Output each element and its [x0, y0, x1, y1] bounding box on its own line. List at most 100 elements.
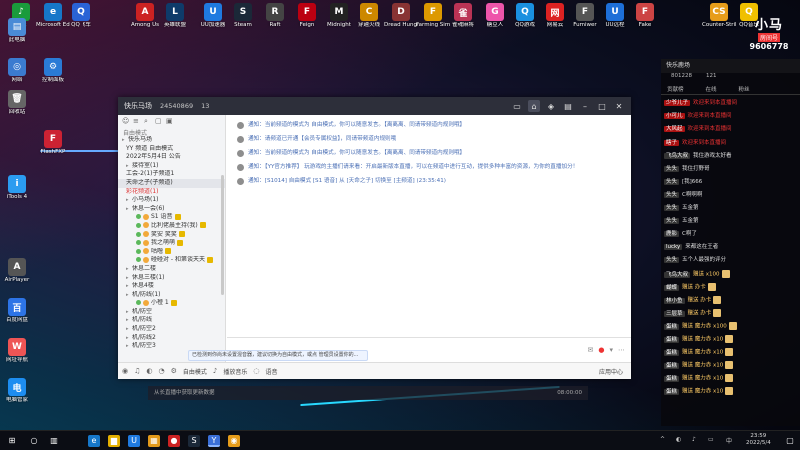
tray-battery-icon[interactable]: ▭ — [708, 436, 714, 443]
viewer-name[interactable]: 大风起 — [664, 126, 685, 132]
game-taskbar-icon[interactable]: ● — [168, 435, 180, 447]
channel-item[interactable]: ▸ 机/防空2 — [118, 325, 225, 334]
viewer-name[interactable]: 头头 — [664, 257, 680, 263]
viewer-name[interactable]: 少爷儿子 — [664, 100, 691, 106]
close-icon[interactable]: ✕ — [613, 100, 625, 112]
tray-network-icon[interactable]: ◐ — [676, 436, 681, 443]
taskbar-clock[interactable]: 23:59 2022/5/4 — [746, 433, 771, 447]
channel-item[interactable]: 彩花频道(1) — [118, 188, 225, 197]
mic-small-icon[interactable]: ◔ — [159, 367, 165, 375]
app-center-button[interactable]: 应用中心 — [599, 367, 623, 376]
uu-taskbar-icon[interactable]: U — [128, 435, 140, 447]
minimize-icon[interactable]: – — [579, 100, 591, 112]
ime-indicator[interactable]: 中 — [726, 436, 732, 445]
desktop-icon[interactable]: A AirPlayer — [0, 258, 34, 284]
notification-icon[interactable]: ▢ — [784, 435, 796, 447]
tray-volume-icon[interactable]: ♪ — [692, 436, 696, 443]
desktop-icon[interactable]: A Among Us — [128, 3, 162, 29]
tab-contribution[interactable]: 贡献榜 — [667, 85, 684, 93]
desktop-icon[interactable]: C 穿越火线 — [352, 3, 386, 29]
desktop-icon[interactable]: G 糖豆人 — [478, 3, 512, 29]
viewer-name[interactable]: 蛋糕 — [664, 336, 680, 343]
channel-item[interactable]: ▸ 机/防线 — [118, 316, 225, 325]
yy-taskbar-icon[interactable]: Y — [208, 435, 220, 447]
viewer-name[interactable]: 蛋糕 — [664, 388, 680, 395]
avatar[interactable]: ◉ — [122, 367, 128, 375]
dropdown-icon[interactable]: ▾ — [609, 346, 613, 354]
desktop-icon[interactable]: 🗑 回收站 — [0, 90, 34, 116]
desktop-icon[interactable]: U UU加速器 — [196, 3, 230, 29]
viewer-name[interactable]: 头头 — [664, 192, 680, 198]
play-music-button[interactable]: 播放音乐 — [223, 367, 247, 376]
desktop-icon[interactable]: 百百度网盘 — [0, 298, 34, 324]
desktop-icon[interactable]: i iTools 4 — [0, 175, 34, 201]
channel-item[interactable]: 咕噜 — [118, 248, 225, 257]
channel-item[interactable]: 笑安 笑笑 — [118, 231, 225, 240]
desktop-icon[interactable]: F FlashFXP — [36, 130, 70, 156]
chat-icon[interactable]: ▤ — [562, 100, 574, 112]
desktop-icon[interactable]: 网网易云 — [538, 3, 572, 29]
desktop-icon[interactable]: L 英雄联盟 — [158, 3, 192, 29]
desktop-icon[interactable]: U UU远程 — [598, 3, 632, 29]
channel-item[interactable]: 碰碰对 - 和第谈天天 — [118, 256, 225, 265]
list-icon[interactable]: ≡ — [133, 117, 141, 125]
viewer-name[interactable]: 飞鸟大叔 — [664, 153, 691, 159]
channel-item[interactable]: ▸ 休息一会(6) — [118, 205, 225, 214]
viewer-name[interactable]: 小可儿 — [664, 113, 685, 119]
maximize-icon[interactable]: □ — [596, 100, 608, 112]
desktop-icon[interactable]: R Raft — [258, 3, 292, 29]
channel-item[interactable]: ▸ 休息4楼 — [118, 282, 225, 291]
viewer-name[interactable]: 蛋糕 — [664, 362, 680, 369]
channel-item[interactable]: ▸ 接待室(1) — [118, 162, 225, 171]
channel-item[interactable]: YY 频道 自由模式 — [118, 145, 225, 154]
desktop-icon[interactable]: F Feign — [290, 3, 324, 29]
channel-item[interactable]: 小橙 1 — [118, 299, 225, 308]
settings-icon[interactable]: ▣ — [166, 117, 174, 125]
viewer-name[interactable]: 林小鱼 — [664, 297, 685, 304]
channel-item[interactable]: ▸ 休息二楼 — [118, 265, 225, 274]
desktop-icon[interactable]: Q QQ飞车 — [64, 3, 98, 29]
video-icon[interactable]: ▭ — [511, 100, 523, 112]
settings-small-icon[interactable]: ⚙ — [171, 367, 177, 375]
tray-up-icon[interactable]: ^ — [660, 436, 665, 443]
desktop-icon[interactable]: Q QQ游戏 — [508, 3, 542, 29]
channel-item[interactable]: 天命之子(子频道) — [118, 178, 225, 188]
viewer-name[interactable]: 头头 — [664, 166, 680, 172]
mic-icon[interactable]: ● — [598, 346, 604, 354]
file-icon[interactable]: ▢ — [155, 117, 163, 125]
desktop-icon[interactable]: CSCounter-Strike — [702, 3, 736, 29]
desktop-icon[interactable]: F Fumiwer — [568, 3, 602, 29]
desktop-icon[interactable]: M Midnight — [322, 3, 356, 29]
viewer-name[interactable]: 三层草 — [664, 310, 685, 317]
channel-item[interactable]: ▸ 机/防线2 — [118, 334, 225, 343]
viewer-name[interactable]: 飞鸟大叔 — [664, 271, 691, 278]
channel-item[interactable]: 2022年5月4日 公告 — [118, 153, 225, 162]
search-icon[interactable]: ⌕ — [144, 117, 152, 125]
edge-taskbar-icon[interactable]: e — [88, 435, 100, 447]
viewer-name[interactable]: 蛋糕 — [664, 323, 680, 330]
volume-icon[interactable]: ◐ — [146, 367, 152, 375]
desktop-icon[interactable]: ⚙ 控制面板 — [36, 58, 70, 84]
user-icon[interactable]: ☺ — [122, 117, 130, 125]
channel-item[interactable]: ▸ 机/防空 — [118, 308, 225, 317]
start-icon[interactable]: ⊞ — [6, 435, 18, 447]
mail-icon[interactable]: ✉ — [588, 346, 594, 354]
free-mode-button[interactable]: 自由模式 — [183, 367, 207, 376]
desktop-icon[interactable]: ◎ 网络 — [0, 58, 34, 84]
desktop-icon[interactable]: DDread Hunger — [384, 3, 418, 29]
viewer-name[interactable]: 头头 — [664, 179, 680, 185]
desktop-icon[interactable]: ▤ 此电脑 — [0, 18, 34, 44]
viewer-name[interactable]: 蛋糕 — [664, 349, 680, 356]
viewer-name[interactable]: 鹿影 — [664, 231, 680, 237]
channel-item[interactable]: ▸ 小马场(1) — [118, 196, 225, 205]
desktop-icon[interactable]: F Fake — [628, 3, 662, 29]
channel-item[interactable]: ▸ 快乐马场 — [118, 136, 225, 145]
viewer-name[interactable]: 蝴蝶 — [664, 284, 680, 291]
voice-button[interactable]: 语音 — [266, 367, 278, 376]
viewer-name[interactable]: 头头 — [664, 218, 680, 224]
viewer-name[interactable]: 头头 — [664, 205, 680, 211]
viewer-name[interactable]: lucky — [664, 244, 683, 250]
viewer-name[interactable]: 蛋糕 — [664, 375, 680, 382]
obs-taskbar-icon[interactable]: ◉ — [228, 435, 240, 447]
channel-item[interactable]: 工会-2(1)子频道1 — [118, 170, 225, 179]
